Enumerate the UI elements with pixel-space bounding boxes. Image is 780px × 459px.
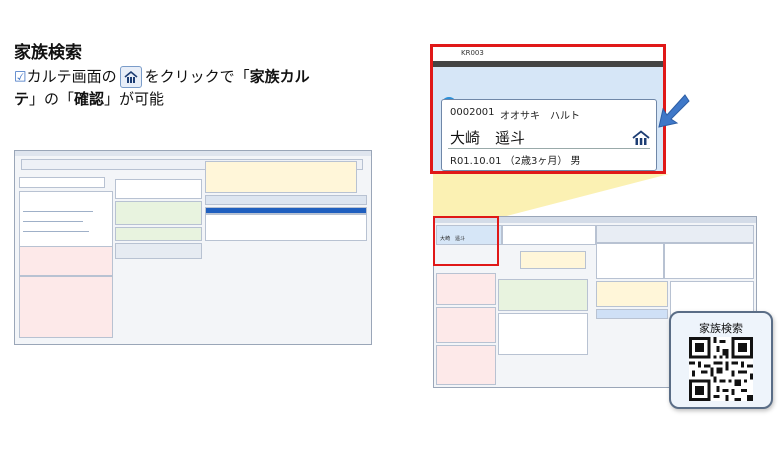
selected-result-row: [205, 207, 367, 214]
checkbox-icon: ☑: [14, 69, 27, 86]
options-panel: [115, 179, 202, 199]
history-entry: [436, 273, 496, 305]
karte-screenshot-left: [14, 150, 372, 345]
patient-name: 大崎 遥斗: [450, 129, 526, 147]
record-panel: [115, 227, 202, 241]
window-titlebar: [15, 151, 371, 156]
record-panel: [115, 243, 202, 259]
results-header: [205, 195, 367, 205]
order-header: [596, 309, 668, 319]
patient-kana: オオサキ ハルト: [500, 111, 580, 122]
toolbar: [596, 225, 754, 243]
calendar-panel: [664, 243, 754, 279]
history-entry: [19, 246, 113, 276]
zoom-connector: [433, 174, 669, 218]
history-entry: [436, 307, 496, 343]
qr-label: 家族検索: [699, 322, 743, 335]
info-panel: [502, 225, 596, 245]
zoom-source-highlight: [433, 216, 499, 266]
pointer-arrow-icon: [658, 94, 690, 128]
patient-dob: R01.10.01 （2歳3ヶ月） 男: [450, 156, 581, 167]
history-entry: [19, 276, 113, 338]
patient-card: 0002001 オオサキ ハルト 大崎 遥斗 R01.10.01 （2歳3ヶ月）…: [441, 99, 657, 171]
qr-code-icon[interactable]: [689, 337, 753, 401]
record-panel: [115, 201, 202, 225]
screen-code: KR003: [461, 49, 484, 57]
qr-card[interactable]: 家族検索: [669, 311, 773, 409]
notice-panel: [520, 251, 586, 269]
record-panel: [498, 313, 588, 355]
family-search-form: [205, 161, 357, 193]
family-house-icon: [119, 66, 142, 88]
page-title: 家族検索: [14, 43, 82, 63]
record-panel: [498, 279, 588, 311]
history-entry: [436, 345, 496, 385]
description: ☑カルテ画面の をクリックで「家族カル テ」の「確認」が可能: [14, 66, 310, 108]
search-bar: [19, 177, 105, 188]
zoom-callout: KR003 ? 0002001 オオサキ ハルト 大崎 遥斗 R01.10.01…: [430, 44, 666, 174]
results-list: [205, 214, 367, 241]
order-panel: [596, 281, 668, 307]
patient-id: 0002001: [450, 107, 495, 118]
calendar-panel: [596, 243, 664, 279]
family-house-icon[interactable]: [632, 130, 650, 146]
